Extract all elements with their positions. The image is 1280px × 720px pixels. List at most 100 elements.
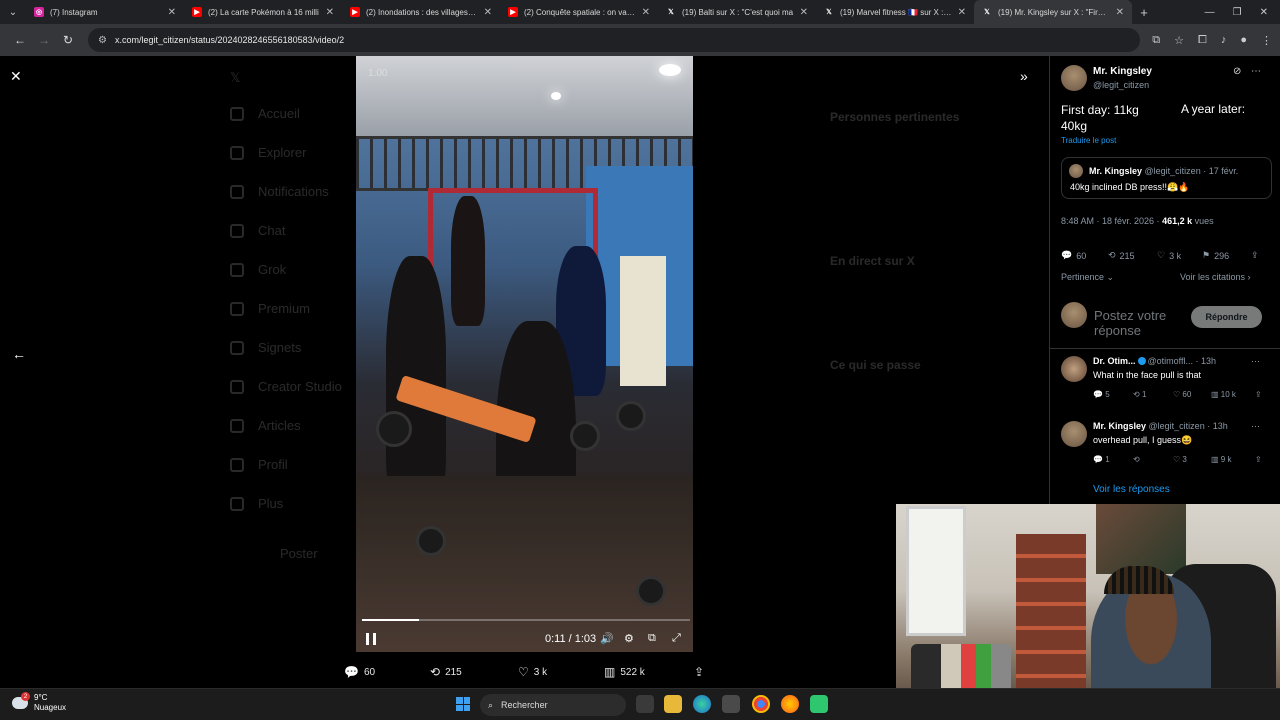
- site-info-icon[interactable]: ⚙: [98, 35, 107, 46]
- task-view-icon[interactable]: [636, 695, 654, 713]
- video-player[interactable]: 1.00: [356, 56, 693, 652]
- see-replies-link[interactable]: Voir les réponses: [1093, 484, 1170, 495]
- firefox-icon[interactable]: [781, 695, 799, 713]
- close-icon[interactable]: ✕: [326, 7, 334, 18]
- close-icon[interactable]: ✕: [958, 7, 966, 18]
- tab-7-active[interactable]: 𝕏 (19) Mr. Kingsley sur X : "First d ✕: [974, 0, 1132, 24]
- tab-3[interactable]: ▶ (2) Inondations : des villages co ✕: [342, 0, 500, 24]
- share-icon[interactable]: ⇪: [1255, 390, 1262, 399]
- edge-icon[interactable]: [693, 695, 711, 713]
- video-progress-fill: [362, 619, 420, 621]
- avatar[interactable]: [1061, 65, 1087, 91]
- tab-6[interactable]: 𝕏 (19) Marvel fitness 🇫🇷 sur X : "Pu ✕: [816, 0, 974, 24]
- reposts-count: 215: [445, 666, 462, 678]
- post-text-line: 40kg: [1061, 119, 1088, 133]
- reply-action[interactable]: 💬 5: [1093, 390, 1110, 399]
- author-handle[interactable]: @legit_citizen: [1093, 80, 1149, 90]
- quoted-post-card[interactable]: Mr. Kingsley @legit_citizen · 17 févr. 4…: [1061, 157, 1272, 199]
- views-action[interactable]: ▥ 10 k: [1211, 390, 1236, 399]
- bg-nav-home: Accueil: [230, 106, 300, 121]
- tab-1[interactable]: ◎ (7) Instagram ✕: [26, 0, 184, 24]
- close-icon[interactable]: ✕: [10, 68, 22, 85]
- reply-action[interactable]: 💬 1: [1093, 455, 1110, 464]
- file-explorer-icon[interactable]: [664, 695, 682, 713]
- sort-dropdown[interactable]: Pertinence ⌄: [1061, 272, 1114, 283]
- like-action[interactable]: ♡ 60: [1173, 390, 1191, 399]
- tab-search-icon[interactable]: ⌄: [0, 0, 26, 24]
- bookmark-star-icon[interactable]: ☆: [1174, 34, 1184, 47]
- reply-author-name[interactable]: Dr. Otim...: [1093, 356, 1136, 366]
- repost-action[interactable]: ⟲: [1133, 455, 1140, 464]
- author-name[interactable]: Mr. Kingsley: [1093, 66, 1152, 77]
- video-frame-dumbbell: [636, 576, 666, 606]
- views-stat[interactable]: ▥ 522 k: [604, 665, 645, 679]
- url-field[interactable]: ⚙ x.com/legit_citizen/status/20240282465…: [88, 28, 1141, 52]
- close-icon[interactable]: ✕: [484, 7, 492, 18]
- extensions-icon[interactable]: ⧠: [1198, 34, 1207, 47]
- profile-icon[interactable]: ●: [1240, 34, 1247, 47]
- settings-icon[interactable]: ⚙: [624, 632, 634, 645]
- like-action[interactable]: ♡ 3 k: [1157, 250, 1181, 261]
- windows-start-icon[interactable]: [456, 697, 470, 711]
- share-icon[interactable]: ⇪: [1255, 455, 1262, 464]
- install-icon[interactable]: ⧉: [1152, 34, 1160, 47]
- reply-button[interactable]: Répondre: [1191, 306, 1262, 328]
- close-icon[interactable]: ✕: [800, 7, 808, 18]
- post-side-panel: Mr. Kingsley @legit_citizen ⊘ ⋯ First da…: [1049, 56, 1280, 506]
- reposts-stat[interactable]: ⟲ 215: [430, 665, 462, 679]
- collapse-panel-icon[interactable]: »: [1020, 68, 1028, 84]
- more-options-icon[interactable]: ⋯: [1251, 421, 1260, 432]
- volume-icon[interactable]: 🔊: [600, 632, 614, 645]
- media-icon[interactable]: ♪: [1221, 34, 1227, 47]
- new-tab-icon[interactable]: +: [1132, 5, 1156, 20]
- likes-stat[interactable]: ♡ 3 k: [518, 665, 547, 679]
- tab-4[interactable]: ▶ (2) Conquête spatiale : on va re ✕: [500, 0, 658, 24]
- xbox-app-icon[interactable]: [810, 695, 828, 713]
- reply-item[interactable]: Dr. Otim... @otimoffl... · 13h ⋯ What in …: [1061, 356, 1272, 412]
- reload-icon[interactable]: ↻: [56, 33, 80, 47]
- maximize-icon[interactable]: ❐: [1233, 7, 1242, 18]
- weather-widget[interactable]: 2 9°C Nuageux: [12, 692, 66, 713]
- more-options-icon[interactable]: ⋯: [1251, 66, 1261, 77]
- share-stat[interactable]: ⇪: [694, 665, 704, 679]
- bookmark-action[interactable]: ⚑ 296: [1202, 250, 1229, 261]
- minimize-icon[interactable]: —: [1205, 7, 1215, 18]
- menu-icon[interactable]: ⋮: [1261, 34, 1272, 47]
- taskbar-search[interactable]: ⌕ Rechercher: [480, 694, 626, 716]
- avatar[interactable]: [1061, 356, 1087, 382]
- close-icon[interactable]: ✕: [1116, 7, 1124, 18]
- reply-author-name[interactable]: Mr. Kingsley: [1093, 421, 1146, 431]
- forward-icon[interactable]: →: [32, 33, 56, 47]
- share-action[interactable]: ⇪: [1251, 250, 1259, 261]
- view-quotes-link[interactable]: Voir les citations ›: [1180, 272, 1251, 282]
- views-action[interactable]: ▥ 9 k: [1211, 455, 1231, 464]
- reply-action[interactable]: 💬 60: [1061, 250, 1086, 261]
- close-icon[interactable]: ✕: [168, 7, 176, 18]
- grok-icon[interactable]: ⊘: [1233, 66, 1241, 77]
- translate-link[interactable]: Traduire le post: [1061, 136, 1116, 145]
- heart-icon: ♡: [1157, 250, 1166, 260]
- video-frame-lamp: [659, 64, 681, 76]
- close-icon[interactable]: ✕: [642, 7, 650, 18]
- replies-stat[interactable]: 💬 60: [344, 665, 375, 679]
- previous-arrow-icon[interactable]: ←: [12, 346, 26, 362]
- fullscreen-icon[interactable]: ⤢: [672, 632, 681, 645]
- reply-input[interactable]: Postez votre réponse: [1094, 308, 1194, 338]
- tab-5[interactable]: 𝕏 (19) Balti sur X : "C'est quoi ma ✕: [658, 0, 816, 24]
- close-window-icon[interactable]: ✕: [1260, 7, 1268, 18]
- avatar[interactable]: [1061, 421, 1087, 447]
- pause-icon[interactable]: [366, 633, 376, 645]
- more-options-icon[interactable]: ⋯: [1251, 356, 1260, 367]
- picture-in-picture-icon[interactable]: ⧉: [648, 632, 656, 645]
- reply-item[interactable]: Mr. Kingsley @legit_citizen · 13h ⋯ over…: [1061, 421, 1272, 477]
- repost-action[interactable]: ⟲ 215: [1108, 250, 1135, 261]
- video-progress-bar[interactable]: [362, 619, 690, 621]
- repost-action[interactable]: ⟲ 1: [1133, 390, 1146, 399]
- back-icon[interactable]: ←: [8, 33, 32, 47]
- like-action[interactable]: ♡ 3: [1173, 455, 1187, 464]
- chrome-icon[interactable]: [752, 695, 770, 713]
- store-icon[interactable]: [722, 695, 740, 713]
- tab-2[interactable]: ▶ (2) La carte Pokémon à 16 milli ✕: [184, 0, 342, 24]
- post-timestamp[interactable]: 8:48 AM · 18 févr. 2026 ·: [1061, 216, 1162, 226]
- likes-count: 3 k: [533, 666, 548, 678]
